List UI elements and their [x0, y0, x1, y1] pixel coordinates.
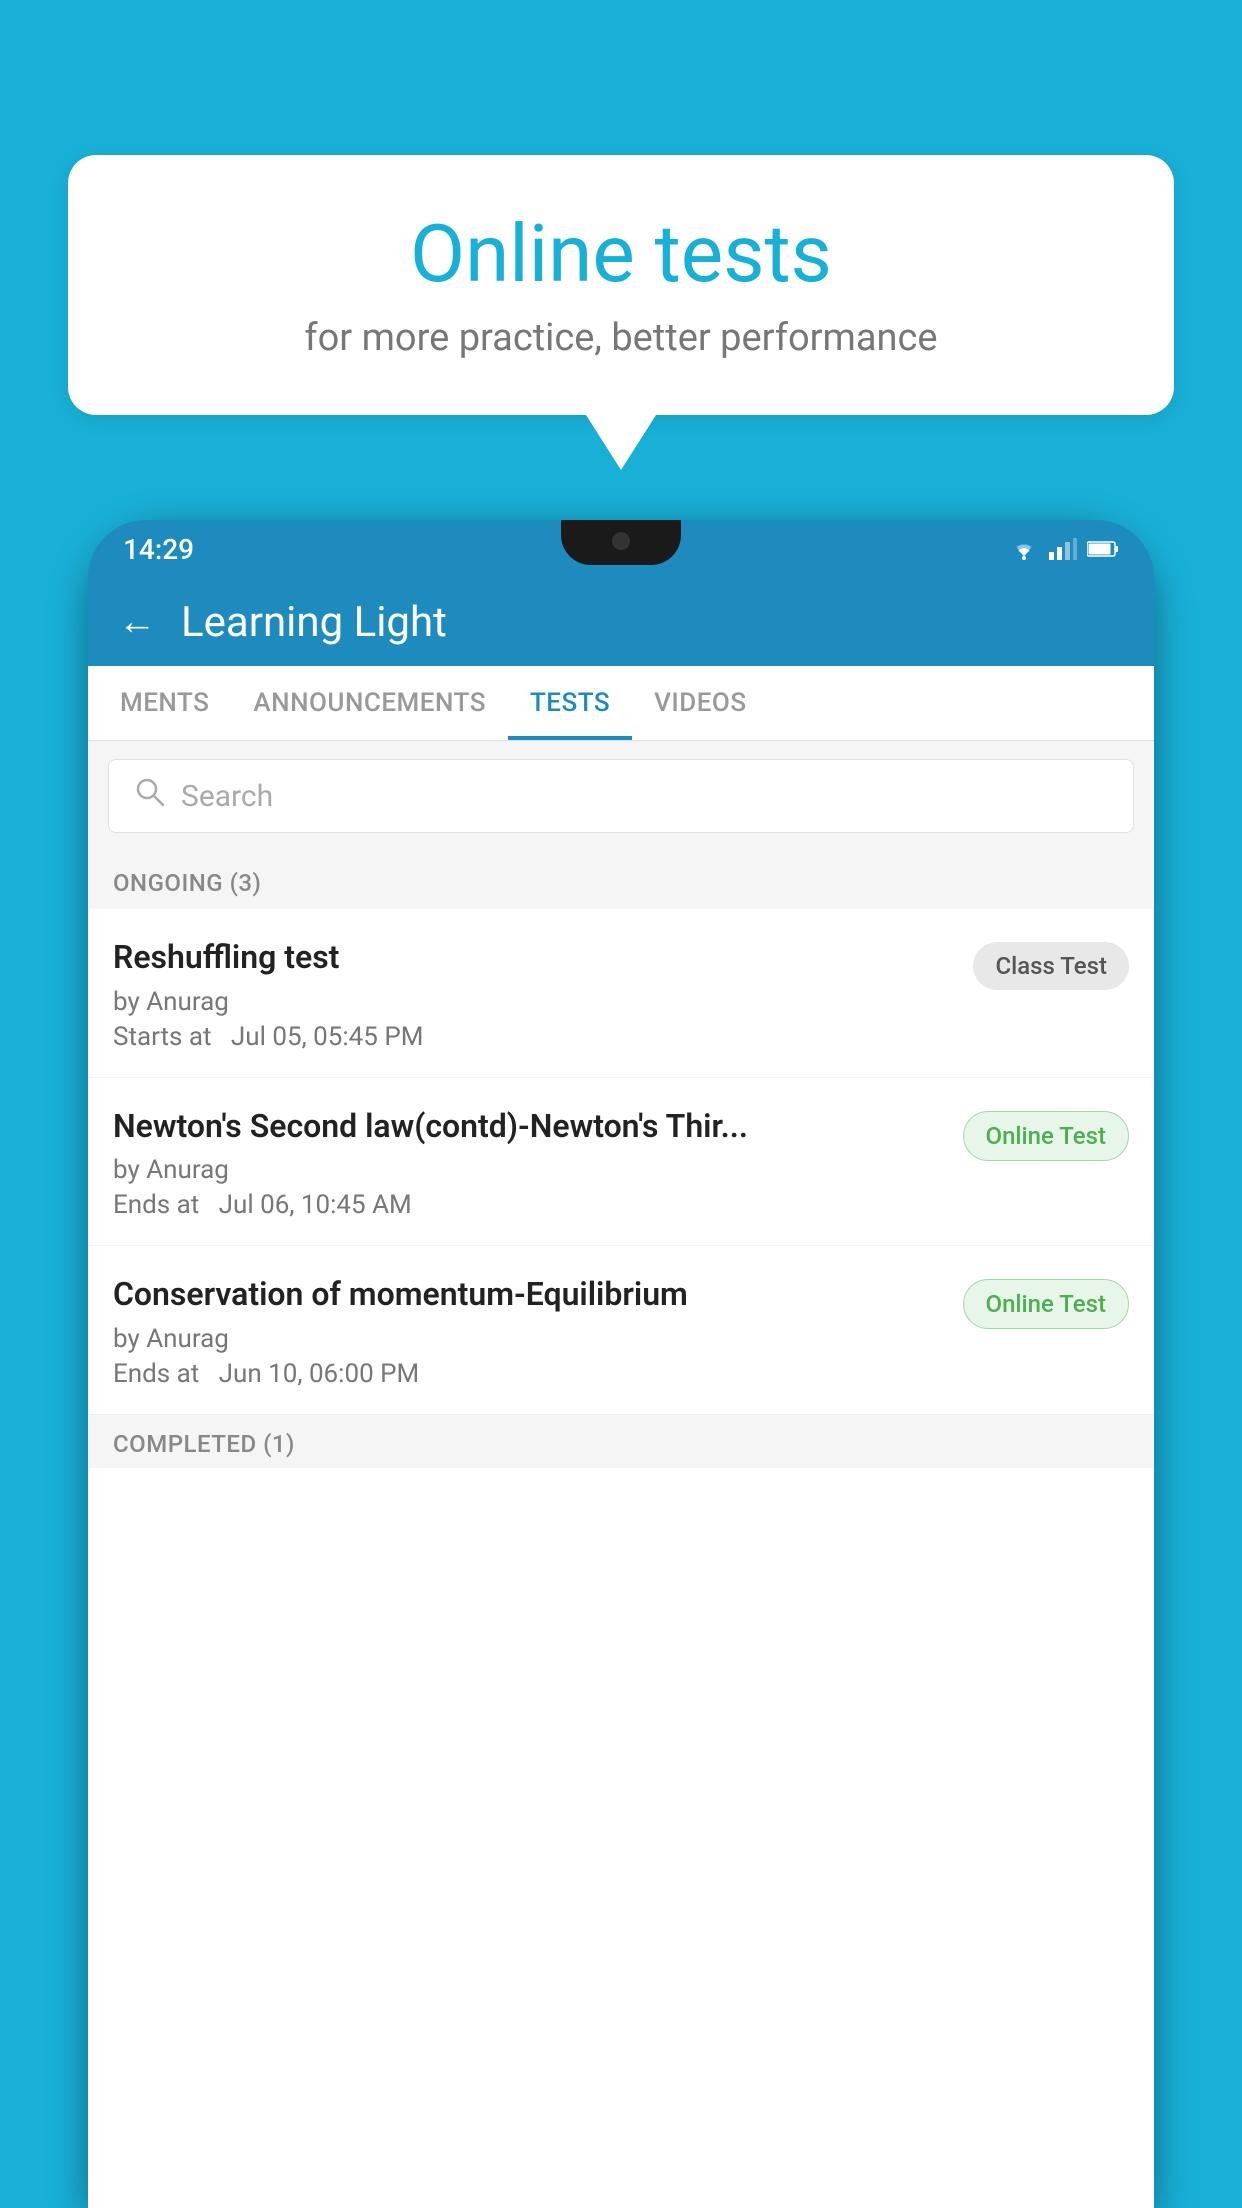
test-badge-2: Online Test — [963, 1111, 1129, 1161]
wifi-icon — [1009, 538, 1039, 560]
bubble-arrow — [586, 415, 656, 470]
back-button[interactable]: ← — [118, 600, 156, 644]
camera — [612, 532, 630, 550]
tab-tests[interactable]: TESTS — [508, 666, 632, 740]
test-list: Reshuffling test by Anurag Starts at Jul… — [88, 909, 1154, 1415]
search-icon — [134, 776, 166, 816]
app-title: Learning Light — [181, 598, 447, 647]
bubble-subtitle: for more practice, better performance — [128, 316, 1114, 360]
search-bar[interactable]: Search — [108, 759, 1134, 833]
tab-announcements[interactable]: ANNOUNCEMENTS — [231, 666, 508, 740]
status-icons — [1009, 538, 1119, 560]
phone-frame: 14:29 — [88, 520, 1154, 2208]
test-title-1: Reshuffling test — [113, 937, 958, 979]
test-date-3: Ends at Jun 10, 06:00 PM — [113, 1359, 948, 1389]
test-badge-1: Class Test — [973, 942, 1129, 990]
ongoing-section-label: ONGOING (3) — [88, 851, 1154, 909]
test-info-1: Reshuffling test by Anurag Starts at Jul… — [113, 937, 973, 1052]
search-container: Search — [88, 741, 1154, 851]
speech-bubble-section: Online tests for more practice, better p… — [68, 155, 1174, 470]
tab-videos[interactable]: VIDEOS — [632, 666, 768, 740]
test-title-2: Newton's Second law(contd)-Newton's Thir… — [113, 1106, 948, 1148]
app-header: ← Learning Light — [88, 578, 1154, 666]
test-author-1: by Anurag — [113, 987, 958, 1017]
bubble-title: Online tests — [128, 210, 1114, 298]
tab-ments[interactable]: MENTS — [98, 666, 231, 740]
completed-section-label: COMPLETED (1) — [88, 1415, 1154, 1468]
test-item[interactable]: Reshuffling test by Anurag Starts at Jul… — [88, 909, 1154, 1078]
search-placeholder: Search — [181, 779, 273, 814]
test-author-2: by Anurag — [113, 1155, 948, 1185]
battery-icon — [1087, 540, 1119, 558]
test-date-2: Ends at Jul 06, 10:45 AM — [113, 1190, 948, 1220]
test-item-2[interactable]: Newton's Second law(contd)-Newton's Thir… — [88, 1078, 1154, 1247]
test-author-3: by Anurag — [113, 1324, 948, 1354]
status-time: 14:29 — [123, 533, 194, 566]
tabs-bar: MENTS ANNOUNCEMENTS TESTS VIDEOS — [88, 666, 1154, 741]
test-item-3[interactable]: Conservation of momentum-Equilibrium by … — [88, 1246, 1154, 1415]
test-info-3: Conservation of momentum-Equilibrium by … — [113, 1274, 963, 1389]
test-date-1: Starts at Jul 05, 05:45 PM — [113, 1022, 958, 1052]
notch — [561, 520, 681, 565]
phone-content: MENTS ANNOUNCEMENTS TESTS VIDEOS Search … — [88, 666, 1154, 2208]
status-bar: 14:29 — [88, 520, 1154, 578]
test-info-2: Newton's Second law(contd)-Newton's Thir… — [113, 1106, 963, 1221]
test-badge-3: Online Test — [963, 1279, 1129, 1329]
speech-bubble: Online tests for more practice, better p… — [68, 155, 1174, 415]
test-title-3: Conservation of momentum-Equilibrium — [113, 1274, 948, 1316]
signal-icon — [1049, 538, 1077, 560]
